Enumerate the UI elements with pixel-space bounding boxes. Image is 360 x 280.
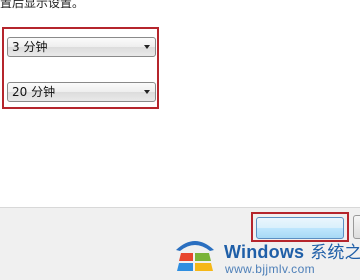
cancel-button[interactable] <box>353 215 360 239</box>
watermark-title: Windows系统之家 <box>224 238 360 263</box>
description-text: 置后显示设置。 <box>0 0 85 10</box>
watermark-url: www.bjjmlv.com <box>225 262 316 276</box>
display-off-timeout-value: 3 分钟 <box>12 40 48 54</box>
display-off-timeout-select[interactable]: 3 分钟 <box>7 37 156 57</box>
windows-logo-icon <box>176 241 214 271</box>
watermark-brand-cn: 系统之家 <box>310 243 360 263</box>
save-changes-button[interactable] <box>256 217 344 239</box>
sleep-timeout-value: 20 分钟 <box>12 85 56 99</box>
chevron-down-icon <box>144 45 150 49</box>
sleep-timeout-select[interactable]: 20 分钟 <box>7 82 156 102</box>
settings-dialog: 置后显示设置。 3 分钟 20 分钟 Windows系统之家 www.bjjml… <box>0 0 360 280</box>
watermark-brand: Windows <box>224 242 305 262</box>
chevron-down-icon <box>144 90 150 94</box>
